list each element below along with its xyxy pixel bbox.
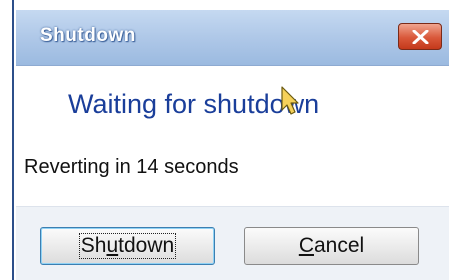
shutdown-dialog: Shutdown Waiting for shutdown Reverting … <box>16 10 449 280</box>
focus-rectangle: Shutdown <box>78 233 177 259</box>
shutdown-button[interactable]: Shutdown <box>40 227 215 265</box>
shutdown-label-start: Sh <box>80 234 107 257</box>
cancel-accelerator-key: C <box>298 234 314 257</box>
dialog-body: Waiting for shutdown Reverting in 14 sec… <box>16 66 449 280</box>
cancel-label: Cancel <box>299 234 364 258</box>
shutdown-label-end: tdown <box>118 234 175 257</box>
cancel-label-end: ancel <box>313 234 365 257</box>
screen: Shutdown Waiting for shutdown Reverting … <box>0 0 449 280</box>
cancel-button[interactable]: Cancel <box>244 227 419 265</box>
title-bar[interactable]: Shutdown <box>16 10 449 66</box>
background-window-edge <box>0 0 14 280</box>
shutdown-accelerator-key: u <box>106 234 119 257</box>
mouse-cursor-icon <box>281 86 299 115</box>
close-button[interactable] <box>398 23 442 50</box>
dialog-title: Shutdown <box>40 25 136 46</box>
countdown-status: Reverting in 14 seconds <box>24 156 239 178</box>
button-area: Shutdown Cancel <box>16 206 449 280</box>
close-icon <box>412 30 429 44</box>
